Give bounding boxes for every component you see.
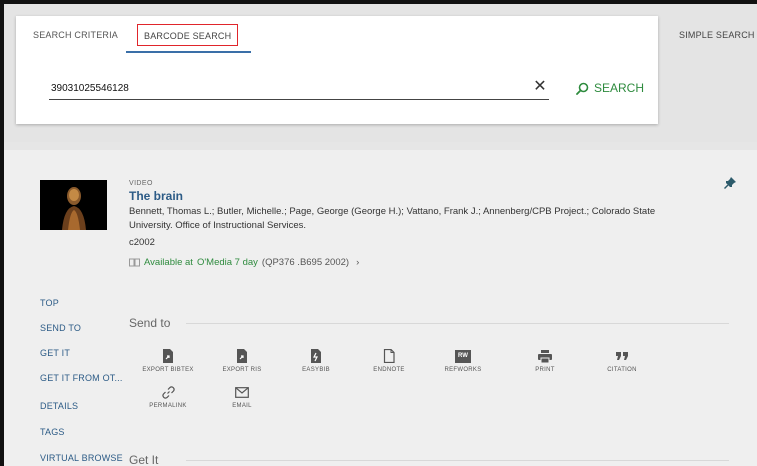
nav-send-to[interactable]: SEND TO: [40, 323, 81, 333]
pin-icon[interactable]: [723, 176, 737, 190]
refworks-icon: RW: [455, 349, 471, 363]
refworks-label: REFWORKS: [444, 367, 482, 373]
barcode-search-input[interactable]: [49, 78, 549, 100]
panel-top-strip: [4, 142, 757, 150]
simple-search-link[interactable]: SIMPLE SEARCH: [679, 30, 755, 40]
print-icon: [538, 349, 552, 363]
nav-top[interactable]: TOP: [40, 298, 59, 308]
nav-tags[interactable]: TAGS: [40, 427, 65, 437]
citation-label: CITATION: [607, 367, 637, 373]
screen-top-edge: [0, 0, 757, 4]
get-it-divider: [186, 460, 729, 461]
clear-icon[interactable]: ✕: [533, 79, 547, 95]
export-ris-label: EXPORT RIS: [222, 367, 262, 373]
get-it-heading: Get It: [129, 453, 159, 466]
endnote-button[interactable]: ENDNOTE: [359, 348, 419, 373]
book-icon: [129, 258, 140, 267]
easybib-label: EASYBIB: [302, 367, 330, 373]
availability-text: Available at: [144, 257, 193, 268]
nav-virtual-browse[interactable]: VIRTUAL BROWSE: [40, 453, 123, 463]
availability-status[interactable]: Available at O'Media 7 day (QP376 .B695 …: [129, 257, 359, 268]
nav-get-it-from-other[interactable]: GET IT FROM OT...: [40, 373, 123, 383]
email-button[interactable]: EMAIL: [212, 384, 272, 409]
nav-get-it[interactable]: GET IT: [40, 348, 70, 358]
citation-button[interactable]: CITATION: [592, 348, 652, 373]
link-icon: [161, 385, 175, 399]
send-to-heading: Send to: [129, 316, 171, 330]
call-number: (QP376 .B695 2002): [261, 257, 350, 268]
availability-location: O'Media 7 day: [196, 257, 258, 268]
record-title[interactable]: The brain: [129, 189, 183, 203]
quote-icon: [616, 352, 628, 360]
refworks-button[interactable]: RW REFWORKS: [433, 348, 493, 373]
permalink-label: PERMALINK: [149, 403, 187, 409]
endnote-icon: [383, 349, 395, 363]
email-icon: [235, 386, 249, 398]
tab-search-criteria[interactable]: SEARCH CRITERIA: [27, 24, 124, 46]
record-date: c2002: [129, 237, 155, 248]
nav-details[interactable]: DETAILS: [40, 401, 78, 411]
active-tab-indicator: [126, 51, 251, 53]
send-to-divider: [186, 323, 729, 324]
file-export-icon: [163, 349, 173, 363]
search-button[interactable]: SEARCH: [576, 78, 644, 98]
record-authors: Bennett, Thomas L.; Butler, Michelle.; P…: [129, 206, 656, 231]
easybib-button[interactable]: EASYBIB: [286, 348, 346, 373]
record-thumbnail[interactable]: [40, 180, 107, 230]
print-button[interactable]: PRINT: [515, 348, 575, 373]
email-label: EMAIL: [232, 403, 252, 409]
search-button-label: SEARCH: [594, 81, 645, 95]
search-panel: SEARCH CRITERIA BARCODE SEARCH ✕ SEARCH: [16, 16, 658, 124]
chevron-right-icon: ›: [356, 257, 360, 268]
permalink-button[interactable]: PERMALINK: [138, 384, 198, 409]
record-type: VIDEO: [129, 180, 153, 187]
print-label: PRINT: [535, 367, 555, 373]
file-export-icon: [311, 349, 321, 363]
file-export-icon: [237, 349, 247, 363]
export-bibtex-label: EXPORT BIBTEX: [142, 367, 194, 373]
export-bibtex-button[interactable]: EXPORT BIBTEX: [138, 348, 198, 373]
tab-barcode-search[interactable]: BARCODE SEARCH: [137, 24, 239, 46]
search-icon: [576, 82, 589, 95]
export-ris-button[interactable]: EXPORT RIS: [212, 348, 272, 373]
record-details-panel: [4, 142, 757, 466]
endnote-label: ENDNOTE: [373, 367, 405, 373]
